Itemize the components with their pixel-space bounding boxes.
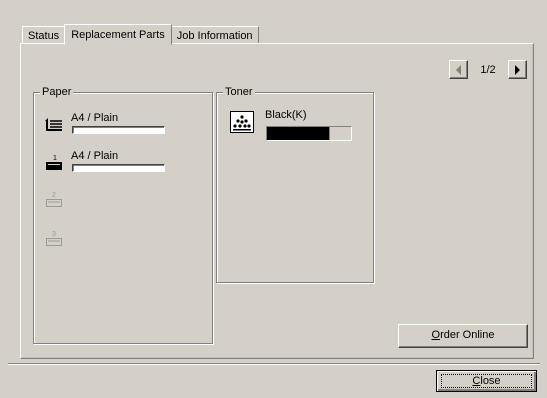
tray-level-bar-1 [72,164,165,172]
toner-cartridge-icon [230,111,254,133]
tray-level-bar-bypass [72,126,165,134]
order-online-button[interactable]: Order Online [398,324,528,348]
arrow-left-icon [456,64,461,75]
svg-text:3: 3 [52,231,56,238]
next-page-button[interactable] [508,60,527,79]
toner-level-bar-black [266,126,352,141]
arrow-right-icon [515,64,520,75]
previous-page-button[interactable] [449,60,468,79]
svg-text:1: 1 [53,155,57,162]
tab-job-information[interactable]: Job Information [170,26,259,44]
dialog-separator [8,363,540,365]
tab-strip: Status Replacement Parts Job Information [22,24,259,45]
svg-text:2: 2 [52,192,56,199]
toner-label-black: Black(K) [265,109,307,121]
tray-label-bypass: A4 / Plain [71,112,119,124]
tray-2-icon: 2 [46,192,62,207]
tray-3-icon: 3 [46,231,62,246]
paper-group-title: Paper [40,85,74,99]
toner-group-title: Toner [223,85,255,99]
order-online-mnemonic: O [431,329,441,341]
page-indicator: 1/2 [480,64,496,76]
order-online-label: rder Online [440,329,495,341]
paper-group: Paper A4 / Plain 1 A4 / Plain 2 3 [33,85,213,344]
toner-group: Toner Black(K) [216,85,374,283]
bypass-tray-icon [45,118,62,131]
close-button[interactable]: Close [436,370,537,392]
tab-status[interactable]: Status [22,26,66,44]
tray-label-1: A4 / Plain [71,150,119,162]
tray-1-icon: 1 [46,155,62,170]
close-label: Close [472,375,501,387]
tab-replacement-parts[interactable]: Replacement Parts [64,24,172,45]
toner-level-fill-black [267,127,330,140]
